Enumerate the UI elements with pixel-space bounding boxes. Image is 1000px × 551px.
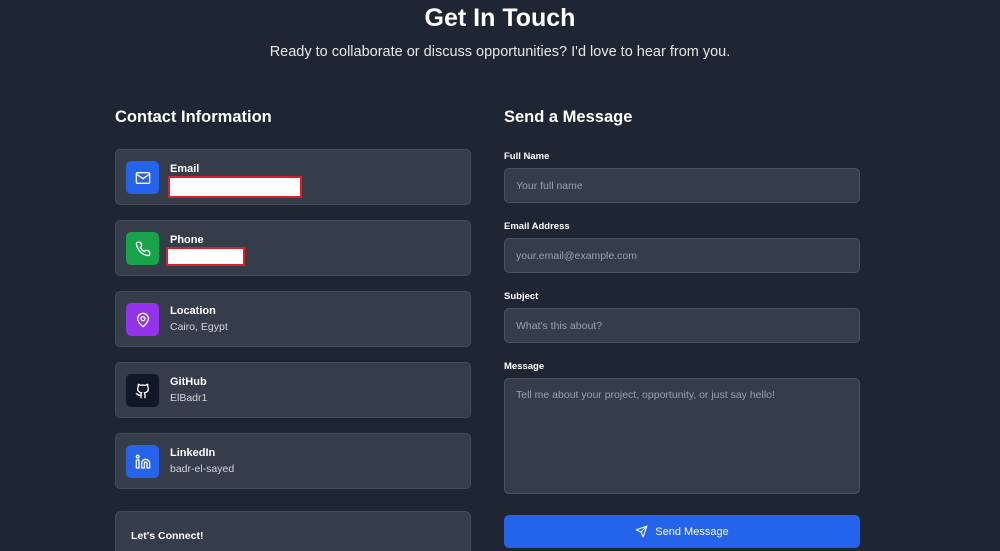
linkedin-value[interactable]: badr-el-sayed [170, 463, 234, 475]
email-address-label: Email Address [504, 221, 570, 232]
email-redaction [168, 176, 302, 198]
full-name-label: Full Name [504, 151, 550, 162]
send-icon [635, 525, 648, 538]
email-address-input[interactable] [504, 238, 860, 273]
github-label: GitHub [170, 376, 207, 388]
map-pin-icon [126, 303, 159, 336]
send-message-label: Send Message [655, 525, 729, 538]
contact-card-phone[interactable]: Phone [115, 220, 471, 276]
send-message-button[interactable]: Send Message [504, 515, 860, 548]
location-label: Location [170, 305, 216, 317]
subject-input[interactable] [504, 308, 860, 343]
location-value: Cairo, Egypt [170, 321, 228, 333]
contact-card-location[interactable]: Location Cairo, Egypt [115, 291, 471, 347]
full-name-input[interactable] [504, 168, 860, 203]
page-subtitle: Ready to collaborate or discuss opportun… [269, 44, 731, 60]
message-textarea[interactable] [504, 378, 860, 494]
send-message-heading: Send a Message [504, 108, 633, 126]
linkedin-label: LinkedIn [170, 447, 216, 459]
contact-card-github[interactable]: GitHub ElBadr1 [115, 362, 471, 418]
lets-connect-title: Let's Connect! [131, 530, 204, 542]
lets-connect-card: Let's Connect! [115, 511, 471, 551]
linkedin-icon [126, 445, 159, 478]
contact-card-email[interactable]: Email [115, 149, 471, 205]
phone-icon [126, 232, 159, 265]
contact-card-linkedin[interactable]: LinkedIn badr-el-sayed [115, 433, 471, 489]
contact-info-heading: Contact Information [115, 108, 272, 126]
github-value[interactable]: ElBadr1 [170, 392, 207, 404]
phone-label: Phone [170, 234, 204, 246]
phone-redaction [166, 247, 245, 266]
mail-icon [126, 161, 159, 194]
subject-label: Subject [504, 291, 539, 302]
page-title: Get In Touch [424, 4, 576, 32]
github-icon [126, 374, 159, 407]
email-label: Email [170, 163, 200, 175]
message-label: Message [504, 361, 545, 372]
